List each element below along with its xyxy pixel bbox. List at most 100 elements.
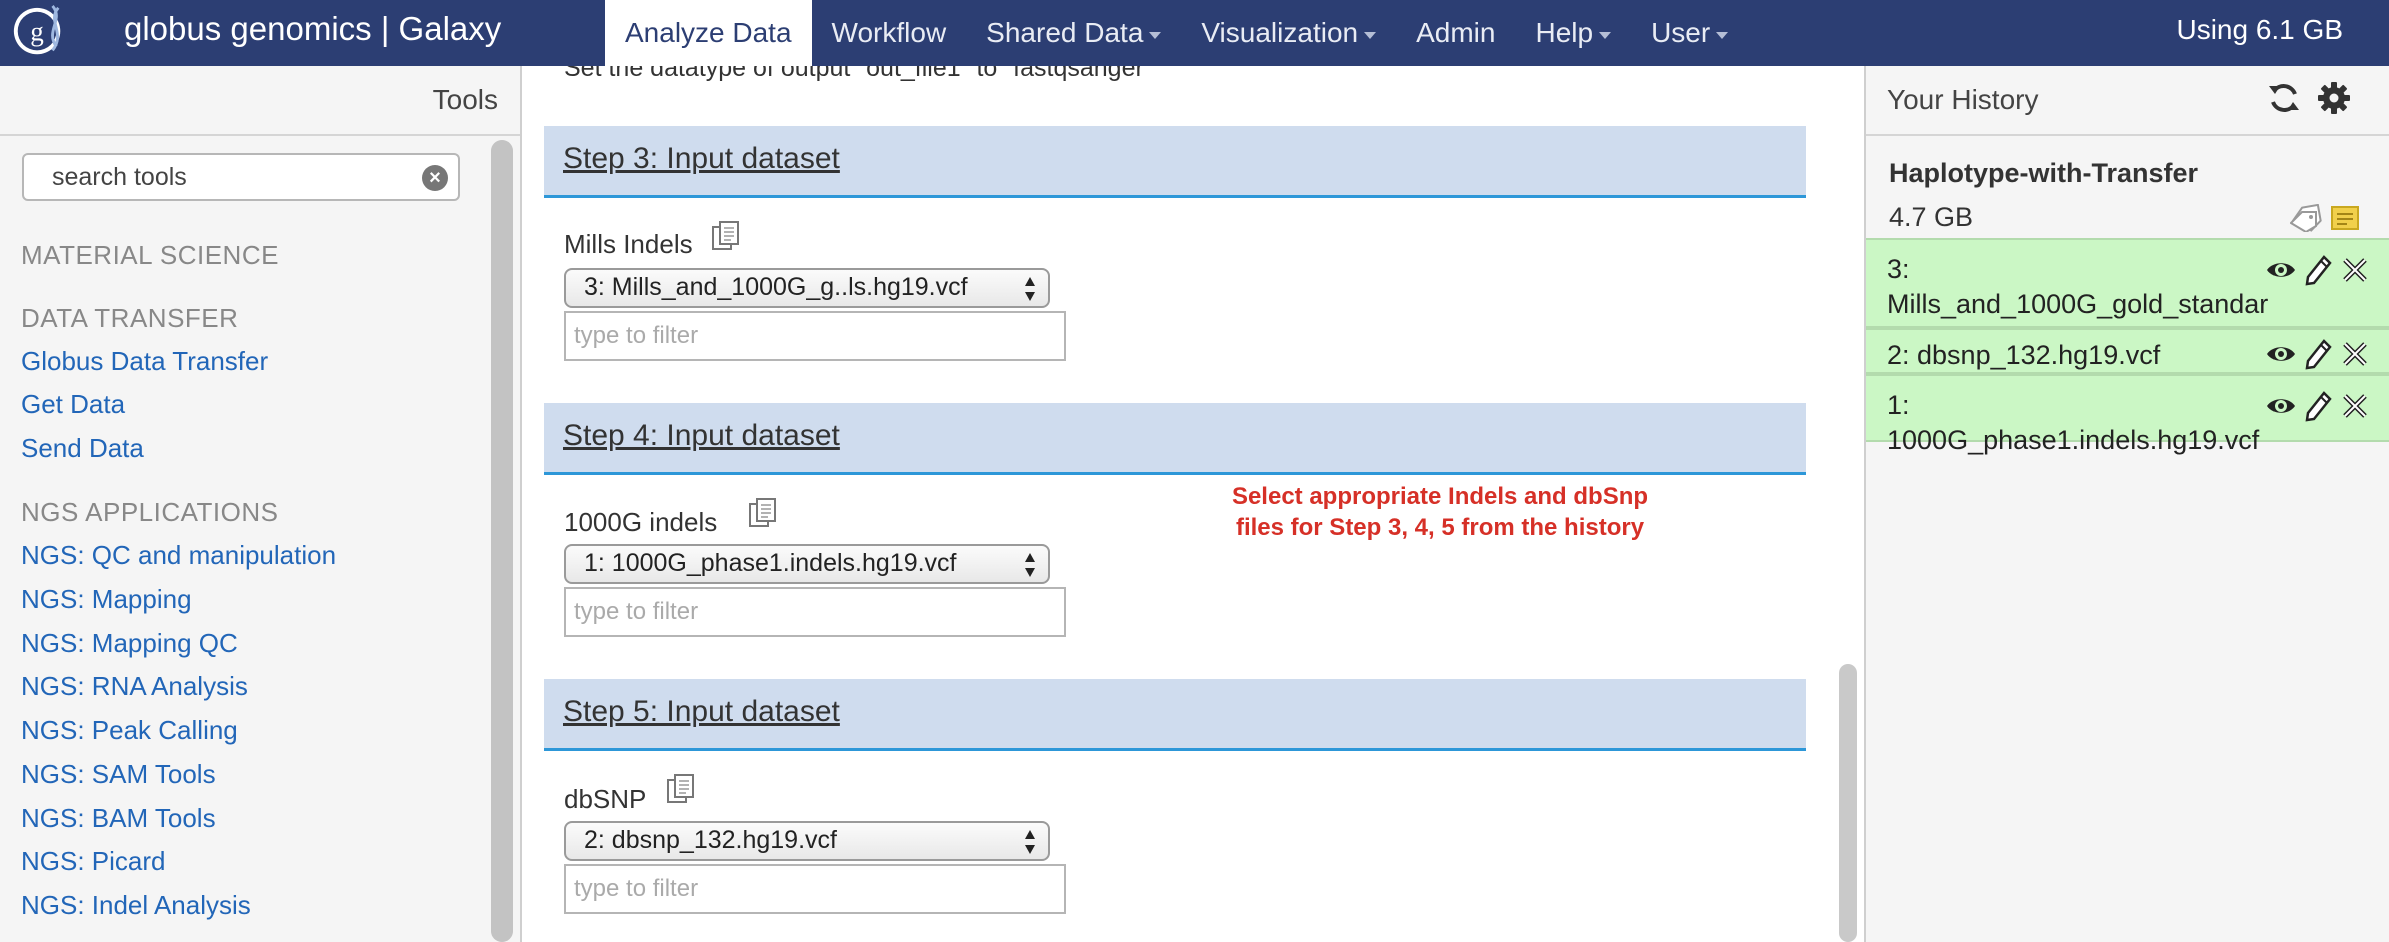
nav-shared-data[interactable]: Shared Data <box>966 0 1181 66</box>
center-scrollbar[interactable] <box>1836 66 1864 942</box>
dataset-actions <box>2265 390 2371 424</box>
tool-panel-header: Tools <box>0 66 520 136</box>
annotation-icon[interactable] <box>2330 204 2360 232</box>
tool-link-send-data[interactable]: Send Data <box>21 433 144 464</box>
pencil-icon[interactable] <box>2302 254 2334 286</box>
mills-indels-select[interactable]: 3: Mills_and_1000G_g..ls.hg19.vcf <box>564 268 1050 308</box>
tool-link-ngs-indel[interactable]: NGS: Indel Analysis <box>21 890 251 921</box>
history-dataset-3[interactable]: 3: Mills_and_1000G_gold_standard.indels.… <box>1866 238 2389 354</box>
refresh-icon[interactable] <box>2266 80 2302 116</box>
eye-icon[interactable] <box>2265 390 2297 422</box>
caret-down-icon <box>1364 31 1377 39</box>
eye-icon[interactable] <box>2265 338 2297 370</box>
select-arrows-icon <box>1025 277 1035 301</box>
quota-meter: Using 6.1 GB <box>2176 14 2343 45</box>
1000g-indels-filter <box>564 587 1066 637</box>
nav-label: Help <box>1535 17 1594 48</box>
gear-icon[interactable] <box>2316 80 2352 116</box>
tool-section-title: NGS APPLICATIONS <box>21 497 279 527</box>
history-panel-header: Your History <box>1866 66 2389 136</box>
pencil-icon[interactable] <box>2302 390 2334 422</box>
history-panel-title: Your History <box>1887 84 2039 115</box>
nav-visualization[interactable]: Visualization <box>1181 0 1396 66</box>
nav-user[interactable]: User <box>1631 0 1748 66</box>
tool-link-ngs-rna[interactable]: NGS: RNA Analysis <box>21 671 248 702</box>
history-name[interactable]: Haplotype-with-Transfer <box>1889 158 2198 189</box>
dataset-title[interactable]: 1: 1000G_phase1.indels.hg19.vcf <box>1887 388 2287 458</box>
select-arrows-icon <box>1025 553 1035 577</box>
tool-section-title: MATERIAL SCIENCE <box>21 240 279 270</box>
clear-search-icon[interactable]: × <box>422 165 448 191</box>
step-4-header[interactable]: Step 4: Input dataset <box>544 403 1806 475</box>
masthead: g globus genomics | Galaxy Analyze Data … <box>0 0 2389 66</box>
mills-indels-filter <box>564 311 1066 361</box>
caret-down-icon <box>1599 31 1612 39</box>
multiple-datasets-icon[interactable] <box>748 498 778 530</box>
nav-analyze-data[interactable]: Analyze Data <box>605 0 812 66</box>
tool-panel-title: Tools <box>432 84 498 115</box>
nav-help[interactable]: Help <box>1515 0 1631 66</box>
eye-icon[interactable] <box>2265 254 2297 286</box>
select-arrows-icon <box>1025 830 1035 854</box>
brand-title: globus genomics | Galaxy <box>124 10 502 47</box>
filter-input[interactable] <box>574 595 1044 629</box>
tool-panel: Tools × MATERIAL SCIENCE DATA TRANSFER G… <box>0 66 522 942</box>
tool-link-ngs-peak-calling[interactable]: NGS: Peak Calling <box>21 715 238 746</box>
step-description: Set the datatype of output "out_file1" t… <box>564 66 1153 82</box>
filter-input[interactable] <box>574 319 1044 353</box>
dbsnp-filter <box>564 864 1066 914</box>
caret-down-icon <box>1149 31 1162 39</box>
delete-icon[interactable] <box>2339 390 2371 422</box>
filter-input[interactable] <box>574 872 1044 906</box>
multiple-datasets-icon[interactable] <box>666 774 696 806</box>
tool-link-ngs-mapping-qc[interactable]: NGS: Mapping QC <box>21 628 238 659</box>
tool-link-globus-data-transfer[interactable]: Globus Data Transfer <box>21 346 268 377</box>
dataset-actions <box>2265 254 2371 288</box>
tool-section-title: DATA TRANSFER <box>21 303 239 333</box>
history-dataset-2[interactable]: 2: dbsnp_132.hg19.vcf <box>1866 328 2389 374</box>
scrollbar-thumb[interactable] <box>1839 664 1857 942</box>
step-title: Step 3: Input dataset <box>563 142 840 175</box>
dataset-title[interactable]: 2: dbsnp_132.hg19.vcf <box>1887 338 2160 373</box>
history-dataset-1[interactable]: 1: 1000G_phase1.indels.hg19.vcf <box>1866 374 2389 455</box>
nav-label: Shared Data <box>986 17 1144 48</box>
step-title: Step 5: Input dataset <box>563 695 840 728</box>
multiple-datasets-icon[interactable] <box>711 221 741 253</box>
workflow-run-form: Set the datatype of output "out_file1" t… <box>524 66 1864 942</box>
pencil-icon[interactable] <box>2302 338 2334 370</box>
tool-panel-scrollbar[interactable] <box>491 140 513 942</box>
main-nav: Analyze Data Workflow Shared Data Visual… <box>605 0 1748 66</box>
nav-label: Visualization <box>1201 17 1359 48</box>
scrollbar-thumb[interactable] <box>491 140 513 942</box>
nav-admin[interactable]: Admin <box>1396 0 1515 66</box>
selected-value: 3: Mills_and_1000G_g..ls.hg19.vcf <box>584 273 968 301</box>
tool-link-get-data[interactable]: Get Data <box>21 389 125 420</box>
nav-label: Analyze Data <box>625 17 792 48</box>
delete-icon[interactable] <box>2339 338 2371 370</box>
nav-label: Admin <box>1416 17 1496 48</box>
history-panel: Your History Haplotype-with-Transfer 4.7… <box>1864 66 2389 942</box>
tool-link-ngs-mapping[interactable]: NGS: Mapping <box>21 584 192 615</box>
history-size: 4.7 GB <box>1889 202 1974 232</box>
caret-down-icon <box>1716 31 1729 39</box>
mills-indels-label: Mills Indels <box>564 229 693 259</box>
tool-link-ngs-qc[interactable]: NGS: QC and manipulation <box>21 540 336 571</box>
tool-link-ngs-picard[interactable]: NGS: Picard <box>21 846 166 877</box>
tool-search-input[interactable] <box>52 161 412 193</box>
tool-link-ngs-bam-tools[interactable]: NGS: BAM Tools <box>21 803 216 834</box>
nav-label: User <box>1651 17 1711 48</box>
nav-workflow[interactable]: Workflow <box>812 0 967 66</box>
step-3-header[interactable]: Step 3: Input dataset <box>544 126 1806 198</box>
selected-value: 2: dbsnp_132.hg19.vcf <box>584 826 837 854</box>
tool-search: × <box>22 153 460 201</box>
tool-link-ngs-sam-tools[interactable]: NGS: SAM Tools <box>21 759 216 790</box>
step-title: Step 4: Input dataset <box>563 419 840 452</box>
tag-icon[interactable] <box>2290 204 2324 232</box>
step-5-header[interactable]: Step 5: Input dataset <box>544 679 1806 751</box>
dbsnp-select[interactable]: 2: dbsnp_132.hg19.vcf <box>564 821 1050 861</box>
delete-icon[interactable] <box>2339 254 2371 286</box>
globus-logo-icon: g <box>13 4 61 55</box>
1000g-indels-select[interactable]: 1: 1000G_phase1.indels.hg19.vcf <box>564 544 1050 584</box>
selected-value: 1: 1000G_phase1.indels.hg19.vcf <box>584 549 957 577</box>
nav-label: Workflow <box>831 17 947 48</box>
